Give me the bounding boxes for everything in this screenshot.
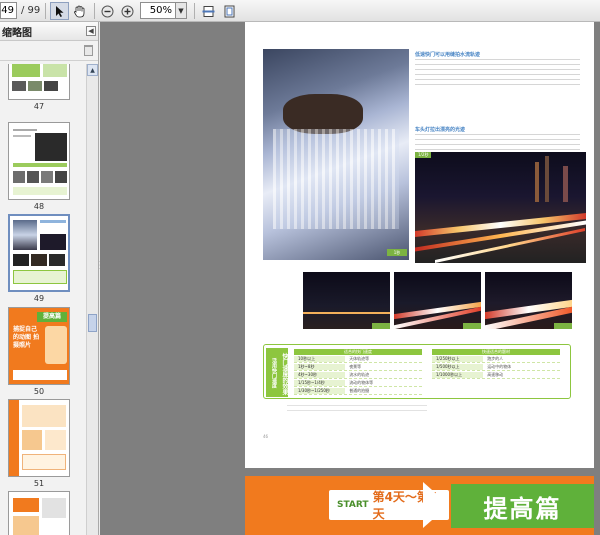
page-thumbnail (8, 399, 70, 477)
waterfall-photo: 1秒 (263, 49, 409, 260)
table-row: 10秒以上 天体轨迹等 (294, 355, 422, 363)
fit-width-button[interactable] (199, 2, 218, 20)
page-thumbnail-selected (8, 214, 70, 292)
fit-page-icon (224, 5, 235, 17)
shutter-speed-tips-box: 快门速度的效果 活用快门速度 适合的快门速度 10秒以上 天体轨迹等 1秒~8秒夜… (263, 344, 571, 399)
chevron-down-icon: ▼ (178, 6, 184, 15)
zoom-level-input[interactable]: 50% (140, 2, 176, 19)
chevron-up-icon: ▲ (90, 66, 95, 74)
plus-circle-icon (121, 5, 134, 17)
thumbnail-page-52[interactable] (8, 491, 70, 535)
zoom-dropdown-button[interactable]: ▼ (176, 2, 187, 19)
page-thumbnail (8, 122, 70, 200)
table-row: 1/250秒以上 跑步的人 (432, 355, 560, 363)
fit-width-icon (202, 5, 215, 17)
thumbnail-label: 50 (33, 387, 45, 396)
thumbnail-page-48[interactable]: 48 (8, 122, 70, 211)
start-label: START (337, 500, 369, 510)
right-speed-table: 快速适合的题材 1/250秒以上 跑步的人 1/500秒以上 运动中的物体 1/10… (432, 349, 560, 379)
chevron-left-icon: ◀ (88, 27, 94, 35)
photo-tag: 1/2秒 (415, 152, 432, 158)
table-row: 1/15秒~1/4秒 流动的物体等 (294, 379, 422, 387)
thumbnail-scrollbar[interactable]: ▲ (86, 64, 98, 535)
page-thumbnail (8, 491, 70, 535)
thumbnail-panel: 缩略图 ◀ 47 48 49 提高篇 捕捉自己的动图 拍摄照片 50 51 ▲ (0, 22, 99, 535)
thumbnail-list: 47 48 49 提高篇 捕捉自己的动图 拍摄照片 50 51 (0, 64, 86, 535)
thumbnail-label: 49 (33, 294, 45, 303)
trash-icon[interactable] (84, 45, 93, 56)
hand-tool-button[interactable] (70, 2, 89, 20)
thumbnail-label: 48 (33, 202, 45, 211)
thumbnail-label: 51 (33, 479, 45, 488)
page-number-input[interactable]: 49 (0, 2, 17, 19)
page-thumbnail: 提高篇 捕捉自己的动图 拍摄照片 (8, 307, 70, 385)
photo-tag: 1秒 (387, 249, 407, 256)
section-title: 提高篇 (483, 494, 562, 523)
collapse-panel-button[interactable]: ◀ (86, 26, 96, 36)
zoom-in-button[interactable] (118, 2, 137, 20)
section-heading: 低速快门可以用缝拍水流轨迹 (415, 52, 481, 58)
arrow-right-icon (423, 482, 449, 528)
thumbnail-label: 47 (33, 102, 45, 111)
toolbar-divider (94, 3, 95, 19)
zoom-out-button[interactable] (98, 2, 117, 20)
select-tool-button[interactable] (50, 2, 69, 20)
thumbnail-panel-header: 缩略图 ◀ (0, 22, 98, 41)
thumbnail-badge: 提高篇 (37, 312, 67, 322)
night-photo-1 (303, 272, 390, 329)
left-speed-table: 适合的快门速度 10秒以上 天体轨迹等 1秒~8秒 夜景等 4秒~30秒 流水的轨迹 … (294, 349, 422, 395)
body-text-block (415, 58, 580, 88)
scrollbar-thumb[interactable] (88, 314, 97, 332)
thumbnail-options-bar (0, 41, 98, 61)
thumbnail-page-47[interactable]: 47 (8, 64, 70, 111)
body-text-block (415, 133, 580, 153)
table-row: 1/500秒以上 运动中的物体 (432, 363, 560, 371)
thumbnail-heading: 捕捉自己的动图 拍摄照片 (13, 326, 40, 349)
toolbar: 49 / 99 50% ▼ (0, 0, 600, 22)
cursor-arrow-icon (55, 5, 63, 17)
toolbar-divider (45, 3, 46, 19)
scroll-up-button[interactable]: ▲ (87, 64, 98, 76)
panel-title: 缩略图 (2, 27, 32, 39)
thumbnail-page-49[interactable]: 49 (8, 214, 70, 303)
page-total-label: / 99 (21, 5, 41, 16)
page-number: 46 (263, 434, 269, 439)
document-page-49: 1秒 低速快门可以用缝拍水流轨迹 车头灯拉出漂亮的光迹 1/2秒 快门速度的效果… (245, 22, 594, 468)
document-page-50: START 第4天～第5天 提高篇 (245, 476, 594, 535)
night-highway-photo: 1/2秒 (415, 152, 586, 263)
table-row: 4秒~30秒 流水的轨迹 (294, 371, 422, 379)
table-row: 1/1000秒以上 高速移动 (432, 371, 560, 379)
thumbnail-page-50[interactable]: 提高篇 捕捉自己的动图 拍摄照片 50 (8, 307, 70, 396)
minus-circle-icon (101, 5, 114, 17)
section-title-block: 提高篇 (451, 484, 594, 528)
night-photo-3 (485, 272, 572, 329)
table-row: 1秒~8秒 夜景等 (294, 363, 422, 371)
table-row: 1/30秒~1/250秒 普通的拍摄 (294, 387, 422, 395)
fit-page-button[interactable] (220, 2, 239, 20)
footnote-text (287, 404, 427, 414)
tips-subtitle: 活用快门速度 (266, 348, 277, 397)
night-photo-2 (394, 272, 481, 329)
thumbnail-page-51[interactable]: 51 (8, 399, 70, 488)
document-viewport[interactable]: 1秒 低速快门可以用缝拍水流轨迹 车头灯拉出漂亮的光迹 1/2秒 快门速度的效果… (100, 22, 600, 535)
toolbar-divider (194, 3, 195, 19)
hand-icon (74, 5, 85, 17)
page-thumbnail (8, 64, 70, 100)
section-heading: 车头灯拉出漂亮的光迹 (415, 127, 466, 133)
